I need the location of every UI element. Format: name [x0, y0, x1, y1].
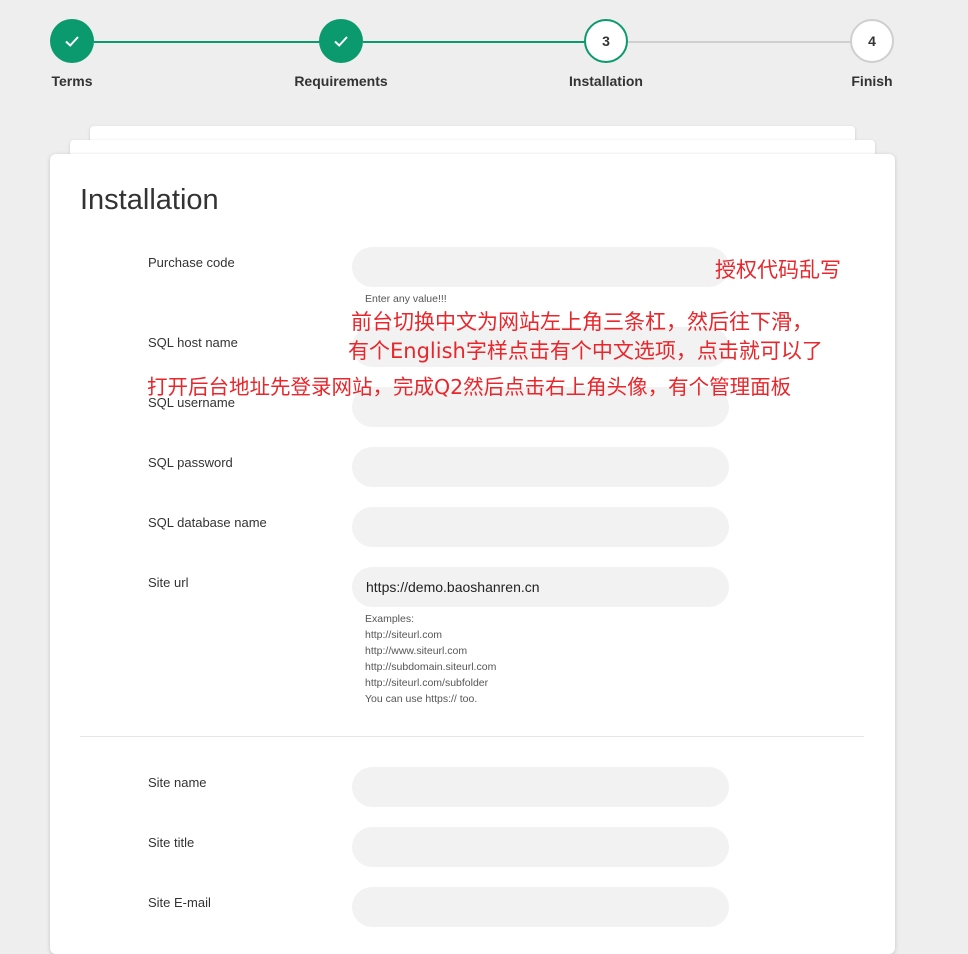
site-url-help-line: http://siteurl.com/subfolder [365, 677, 489, 689]
install-stepper: Terms Requirements 3 Installation 4 Fini… [0, 0, 968, 100]
step-installation-label: Installation [569, 73, 643, 89]
site-url-help-line: http://siteurl.com [365, 629, 443, 641]
step-connector-3 [628, 41, 851, 43]
annotation-purchase-code: 授权代码乱写 [715, 258, 841, 282]
check-icon [334, 36, 348, 47]
site-url-help-line: You can use https:// too. [365, 693, 478, 705]
step-terms-circle [50, 19, 94, 63]
site-name-label: Site name [148, 775, 207, 790]
step-requirements-circle [319, 19, 363, 63]
step-connector-2 [363, 41, 585, 43]
section-divider [80, 736, 864, 737]
site-url-help: Examples: http://siteurl.com http://www.… [365, 611, 496, 707]
site-url-input[interactable] [352, 567, 729, 607]
annotation-admin-panel: 打开后台地址先登录网站，完成Q2然后点击右上角头像，有个管理面板 [147, 375, 792, 399]
site-title-label: Site title [148, 835, 195, 850]
site-url-help-line: http://www.siteurl.com [365, 645, 468, 657]
purchase-code-input[interactable] [352, 247, 729, 287]
purchase-code-help: Enter any value!!! [365, 293, 447, 305]
site-title-input[interactable] [352, 827, 729, 867]
purchase-code-label: Purchase code [148, 255, 235, 270]
site-url-help-line: Examples: [365, 613, 415, 625]
site-email-label: Site E-mail [148, 895, 211, 910]
sql-password-input[interactable] [352, 447, 729, 487]
site-url-help-line: http://subdomain.siteurl.com [365, 661, 497, 673]
annotation-language-line2: 有个English字样点击有个中文选项，点击就可以了 [348, 339, 823, 363]
sql-host-label: SQL host name [148, 335, 238, 350]
sql-password-label: SQL password [148, 455, 233, 470]
site-url-label: Site url [148, 575, 189, 590]
check-icon [65, 36, 79, 47]
step-finish-label: Finish [851, 73, 893, 89]
annotation-language-line1: 前台切换中文为网站左上角三条杠，然后往下滑， [351, 310, 813, 334]
site-name-input[interactable] [352, 767, 729, 807]
step-finish-circle: 4 [850, 19, 894, 63]
step-connector-1 [94, 41, 320, 43]
sql-database-input[interactable] [352, 507, 729, 547]
page-title: Installation [80, 184, 219, 216]
sql-database-label: SQL database name [148, 515, 267, 530]
step-installation-circle: 3 [584, 19, 628, 63]
site-email-input[interactable] [352, 887, 729, 927]
step-terms-label: Terms [51, 73, 93, 89]
step-requirements-label: Requirements [294, 73, 388, 89]
